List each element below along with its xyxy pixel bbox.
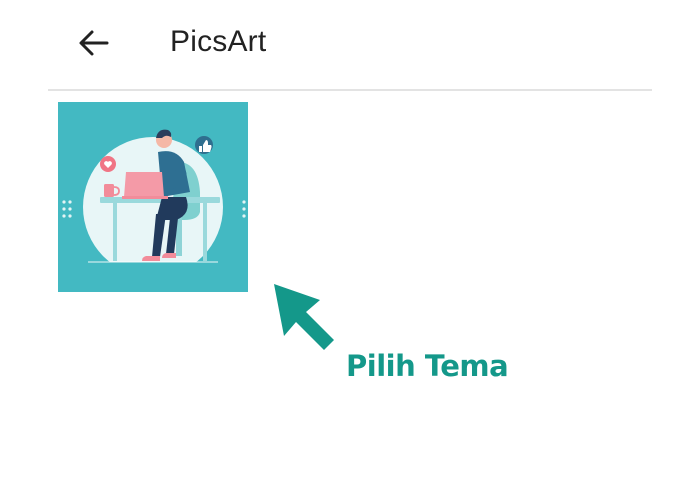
app-title: PicsArt: [170, 25, 267, 58]
header-divider: [48, 89, 652, 91]
pointer-arrow-icon: [268, 280, 348, 360]
app-header: PicsArt: [0, 0, 700, 88]
arrow-left-icon: [79, 30, 109, 56]
back-button[interactable]: [74, 23, 114, 63]
theme-thumbnail[interactable]: [58, 102, 248, 292]
person-working-on-laptop-illustration: [58, 102, 248, 292]
annotation-label: Pilih Tema: [346, 349, 509, 383]
